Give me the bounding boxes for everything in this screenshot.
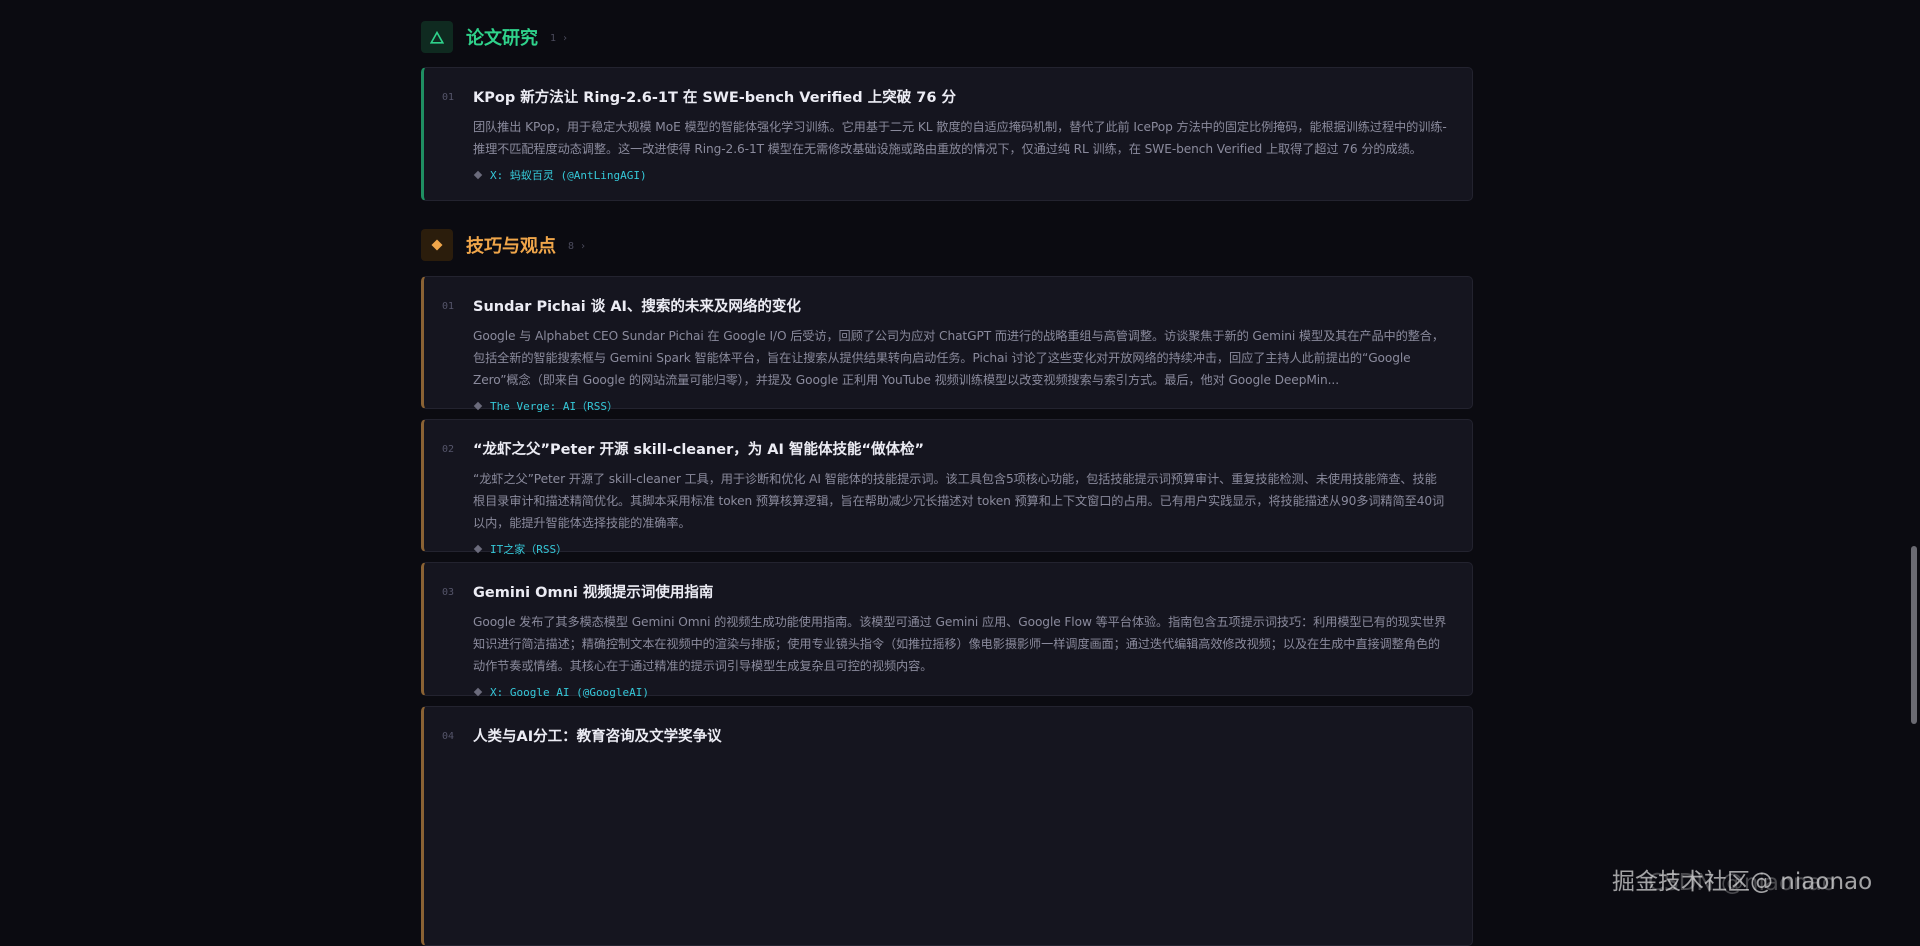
news-card[interactable]: 01 Sundar Pichai 谈 AI、搜索的未来及网络的变化 Google… — [421, 276, 1473, 413]
watermark: CSDN @niaonao 掘金技术社区@ niaonao — [1612, 862, 1872, 896]
card-source[interactable]: The Verge: AI（RSS） — [473, 397, 1448, 415]
scrollbar[interactable] — [1908, 0, 1920, 919]
section-title: 论文研究 — [466, 28, 538, 49]
source-link[interactable]: X: 蚂蚁百灵 (@AntLingAGI) — [490, 167, 647, 183]
news-card[interactable]: 04 人类与AI分工：教育咨询及文学奖争议 — [421, 706, 1473, 946]
card-number: 01 — [442, 92, 455, 103]
card-source[interactable]: X: 蚂蚁百灵 (@AntLingAGI) — [473, 166, 1448, 184]
triangle-icon — [421, 21, 453, 53]
card-source[interactable]: X: Google AI (@GoogleAI) — [473, 683, 1448, 701]
card-title[interactable]: “龙虾之父”Peter 开源 skill-cleaner，为 AI 智能体技能“… — [473, 440, 1448, 460]
news-card[interactable]: 02 “龙虾之父”Peter 开源 skill-cleaner，为 AI 智能体… — [421, 419, 1473, 556]
card-description: “龙虾之父”Peter 开源了 skill-cleaner 工具，用于诊断和优化… — [473, 472, 1445, 530]
card-title[interactable]: KPop 新方法让 Ring-2.6-1T 在 SWE-bench Verifi… — [473, 88, 1448, 108]
diamond-bullet-icon — [473, 170, 483, 180]
news-card[interactable]: 03 Gemini Omni 视频提示词使用指南 Google 发布了其多模态模… — [421, 562, 1473, 699]
section-count[interactable]: 1 › — [550, 31, 568, 44]
card-number: 04 — [442, 731, 455, 742]
card-title[interactable]: 人类与AI分工：教育咨询及文学奖争议 — [473, 727, 1448, 747]
card-source[interactable]: IT之家（RSS） — [473, 540, 1448, 558]
card-number: 03 — [442, 587, 455, 598]
news-card[interactable]: 01 KPop 新方法让 Ring-2.6-1T 在 SWE-bench Ver… — [421, 67, 1473, 201]
diamond-bullet-icon — [473, 687, 483, 697]
diamond-bullet-icon — [473, 401, 483, 411]
source-link[interactable]: X: Google AI (@GoogleAI) — [490, 686, 649, 699]
watermark-text: 掘金技术社区@ niaonao — [1612, 869, 1873, 895]
section-header-tips: 技巧与观点 8 › — [421, 229, 586, 261]
section-header-papers: 论文研究 1 › — [421, 21, 568, 53]
diamond-icon — [421, 229, 453, 261]
scrollbar-thumb[interactable] — [1911, 546, 1917, 724]
card-title[interactable]: Gemini Omni 视频提示词使用指南 — [473, 583, 1448, 603]
card-description: Google 发布了其多模态模型 Gemini Omni 的视频生成功能使用指南… — [473, 615, 1447, 673]
source-link[interactable]: IT之家（RSS） — [490, 541, 567, 557]
source-link[interactable]: The Verge: AI（RSS） — [490, 398, 618, 414]
section-count[interactable]: 8 › — [568, 239, 586, 252]
card-number: 02 — [442, 444, 455, 455]
card-title[interactable]: Sundar Pichai 谈 AI、搜索的未来及网络的变化 — [473, 297, 1448, 317]
card-description: Google 与 Alphabet CEO Sundar Pichai 在 Go… — [473, 329, 1444, 387]
section-title: 技巧与观点 — [466, 236, 556, 257]
card-number: 01 — [442, 301, 455, 312]
diamond-bullet-icon — [473, 544, 483, 554]
card-description: 团队推出 KPop，用于稳定大规模 MoE 模型的智能体强化学习训练。它用基于二… — [473, 120, 1447, 156]
